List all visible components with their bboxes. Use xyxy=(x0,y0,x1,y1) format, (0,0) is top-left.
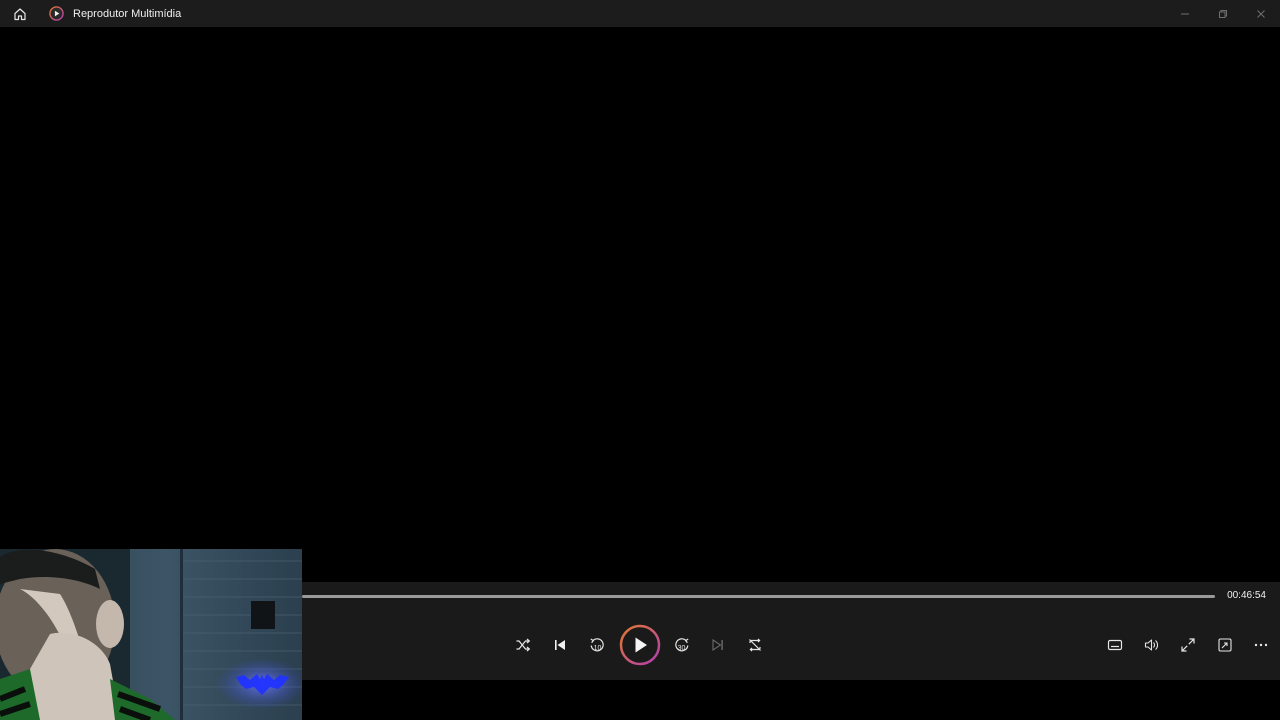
fullscreen-icon xyxy=(1181,638,1195,652)
more-options-button[interactable] xyxy=(1246,624,1276,666)
more-icon xyxy=(1254,643,1268,647)
subtitles-icon xyxy=(1107,639,1123,651)
repeat-off-icon xyxy=(749,638,761,652)
window-controls xyxy=(1166,0,1280,27)
play-button[interactable] xyxy=(619,624,661,666)
repeat-button[interactable] xyxy=(740,624,770,666)
next-icon xyxy=(712,638,723,652)
previous-icon xyxy=(555,640,565,650)
close-button[interactable] xyxy=(1242,0,1280,27)
skip-back-icon: 10 xyxy=(590,638,604,652)
webcam-feed-image xyxy=(0,549,302,720)
volume-button[interactable] xyxy=(1137,624,1167,666)
previous-button[interactable] xyxy=(545,624,575,666)
skip-back-seconds: 10 xyxy=(594,645,602,652)
skip-forward-button[interactable]: 30 xyxy=(667,624,697,666)
seek-bar[interactable] xyxy=(302,595,1215,598)
minimize-button[interactable] xyxy=(1166,0,1204,27)
mini-player-button[interactable] xyxy=(1210,624,1240,666)
next-button[interactable] xyxy=(703,624,733,666)
shuffle-icon xyxy=(516,638,531,652)
webcam-overlay xyxy=(0,549,302,720)
title-bar: Reprodutor Multimídia xyxy=(0,0,1280,27)
play-icon xyxy=(619,624,661,666)
subtitles-button[interactable] xyxy=(1100,624,1130,666)
volume-icon xyxy=(1144,639,1158,651)
media-player-icon xyxy=(48,6,64,22)
shuffle-button[interactable] xyxy=(508,624,538,666)
skip-back-button[interactable]: 10 xyxy=(582,624,612,666)
minimize-icon xyxy=(1181,13,1189,14)
video-canvas[interactable] xyxy=(0,27,1280,582)
skip-forward-seconds: 30 xyxy=(678,645,686,652)
mini-player-icon xyxy=(1218,638,1232,652)
restore-icon xyxy=(1219,9,1227,18)
fullscreen-button[interactable] xyxy=(1173,624,1203,666)
restore-button[interactable] xyxy=(1204,0,1242,27)
duration-label: 00:46:54 xyxy=(1227,590,1266,601)
skip-forward-icon: 30 xyxy=(675,638,689,652)
app-title: Reprodutor Multimídia xyxy=(73,7,182,20)
home-button[interactable] xyxy=(0,0,40,27)
home-icon xyxy=(14,7,26,20)
close-icon xyxy=(1257,9,1265,18)
